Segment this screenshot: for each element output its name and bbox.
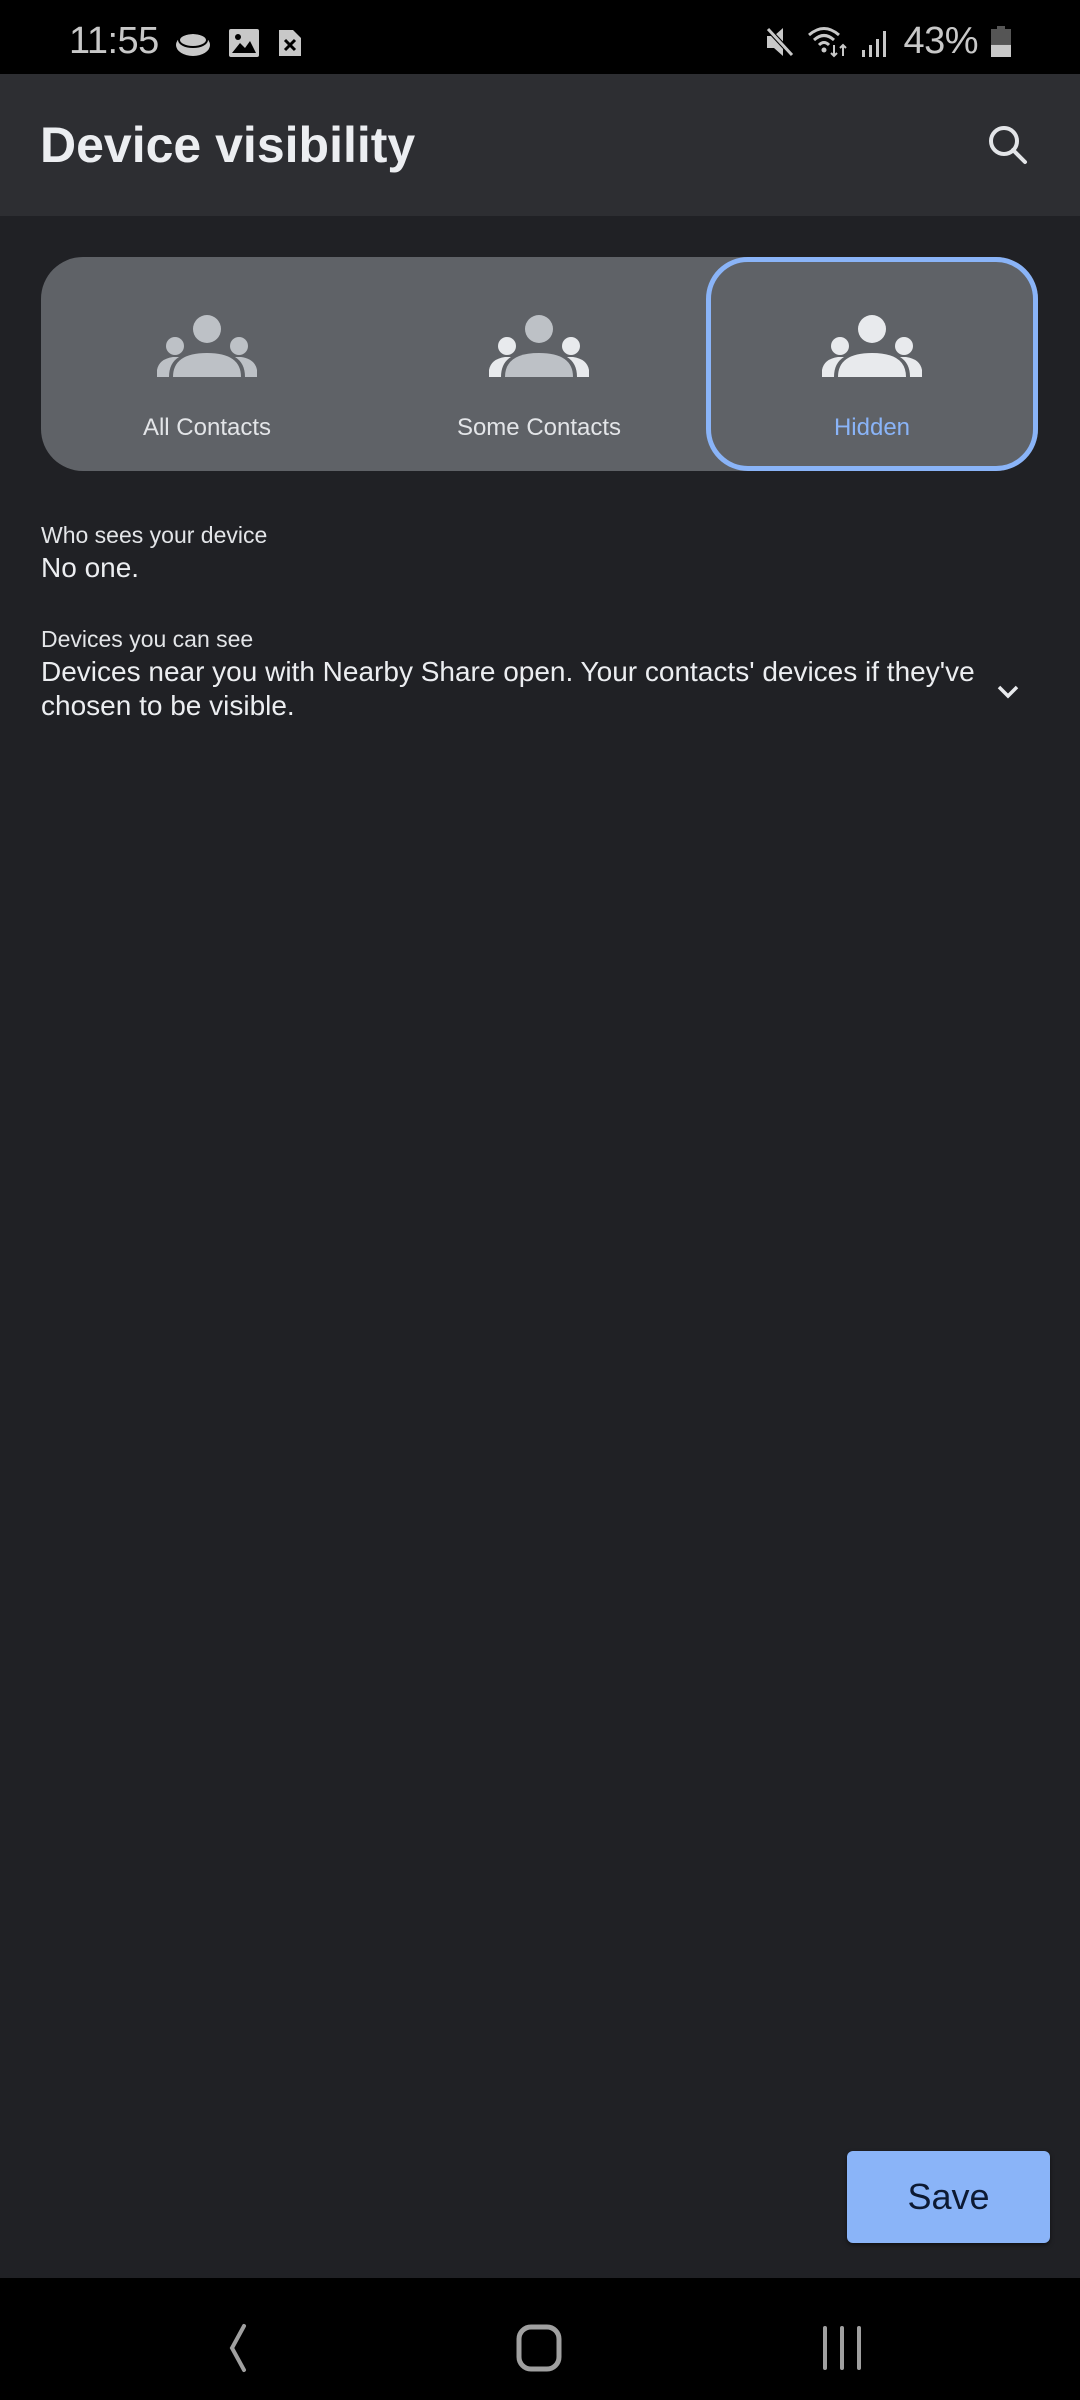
status-bar: 11:55 43% <box>0 0 1080 74</box>
option-some-contacts[interactable]: Some Contacts <box>373 257 705 471</box>
recents-button[interactable] <box>802 2308 882 2388</box>
signal-icon <box>862 30 887 57</box>
bixby-icon <box>176 32 210 56</box>
mute-icon <box>765 25 796 58</box>
home-button[interactable] <box>499 2308 579 2388</box>
option-label: Hidden <box>833 414 911 441</box>
battery-icon <box>991 25 1011 57</box>
chevron-down-icon <box>997 685 1019 699</box>
group-icon <box>822 315 922 377</box>
group-icon <box>489 315 589 377</box>
recents-icon <box>823 2326 861 2370</box>
wifi-icon <box>808 26 848 57</box>
who-sees-label: Who sees your device <box>41 522 268 548</box>
search-button[interactable] <box>989 118 1046 174</box>
option-hidden[interactable]: Hidden <box>706 257 1038 471</box>
battery-percent: 43% <box>903 20 978 62</box>
gallery-icon <box>229 29 259 57</box>
app-bar: Device visibility <box>0 74 1080 216</box>
group-icon <box>157 315 257 377</box>
back-icon <box>229 2324 246 2372</box>
option-label: All Contacts <box>142 414 272 441</box>
devices-value: Devices near you with Nearby Share open.… <box>41 656 975 721</box>
expand-button[interactable] <box>992 680 1024 704</box>
visibility-selector: All Contacts Some Contacts Hidden <box>41 257 1038 471</box>
home-icon <box>516 2324 562 2372</box>
sim-error-icon <box>279 30 301 56</box>
who-sees-value: No one. <box>41 552 140 583</box>
save-button[interactable]: Save <box>847 2151 1050 2243</box>
status-time: 11:55 <box>69 20 159 62</box>
search-icon <box>989 126 1027 164</box>
back-button[interactable] <box>196 2308 276 2388</box>
page-title: Device visibility <box>40 117 416 173</box>
status-right: 43% <box>765 20 1012 63</box>
notification-icons <box>175 28 303 58</box>
devices-label: Devices you can see <box>41 626 254 652</box>
option-all-contacts[interactable]: All Contacts <box>41 257 373 471</box>
navigation-bar <box>0 2278 1080 2400</box>
option-label: Some Contacts <box>456 414 622 441</box>
